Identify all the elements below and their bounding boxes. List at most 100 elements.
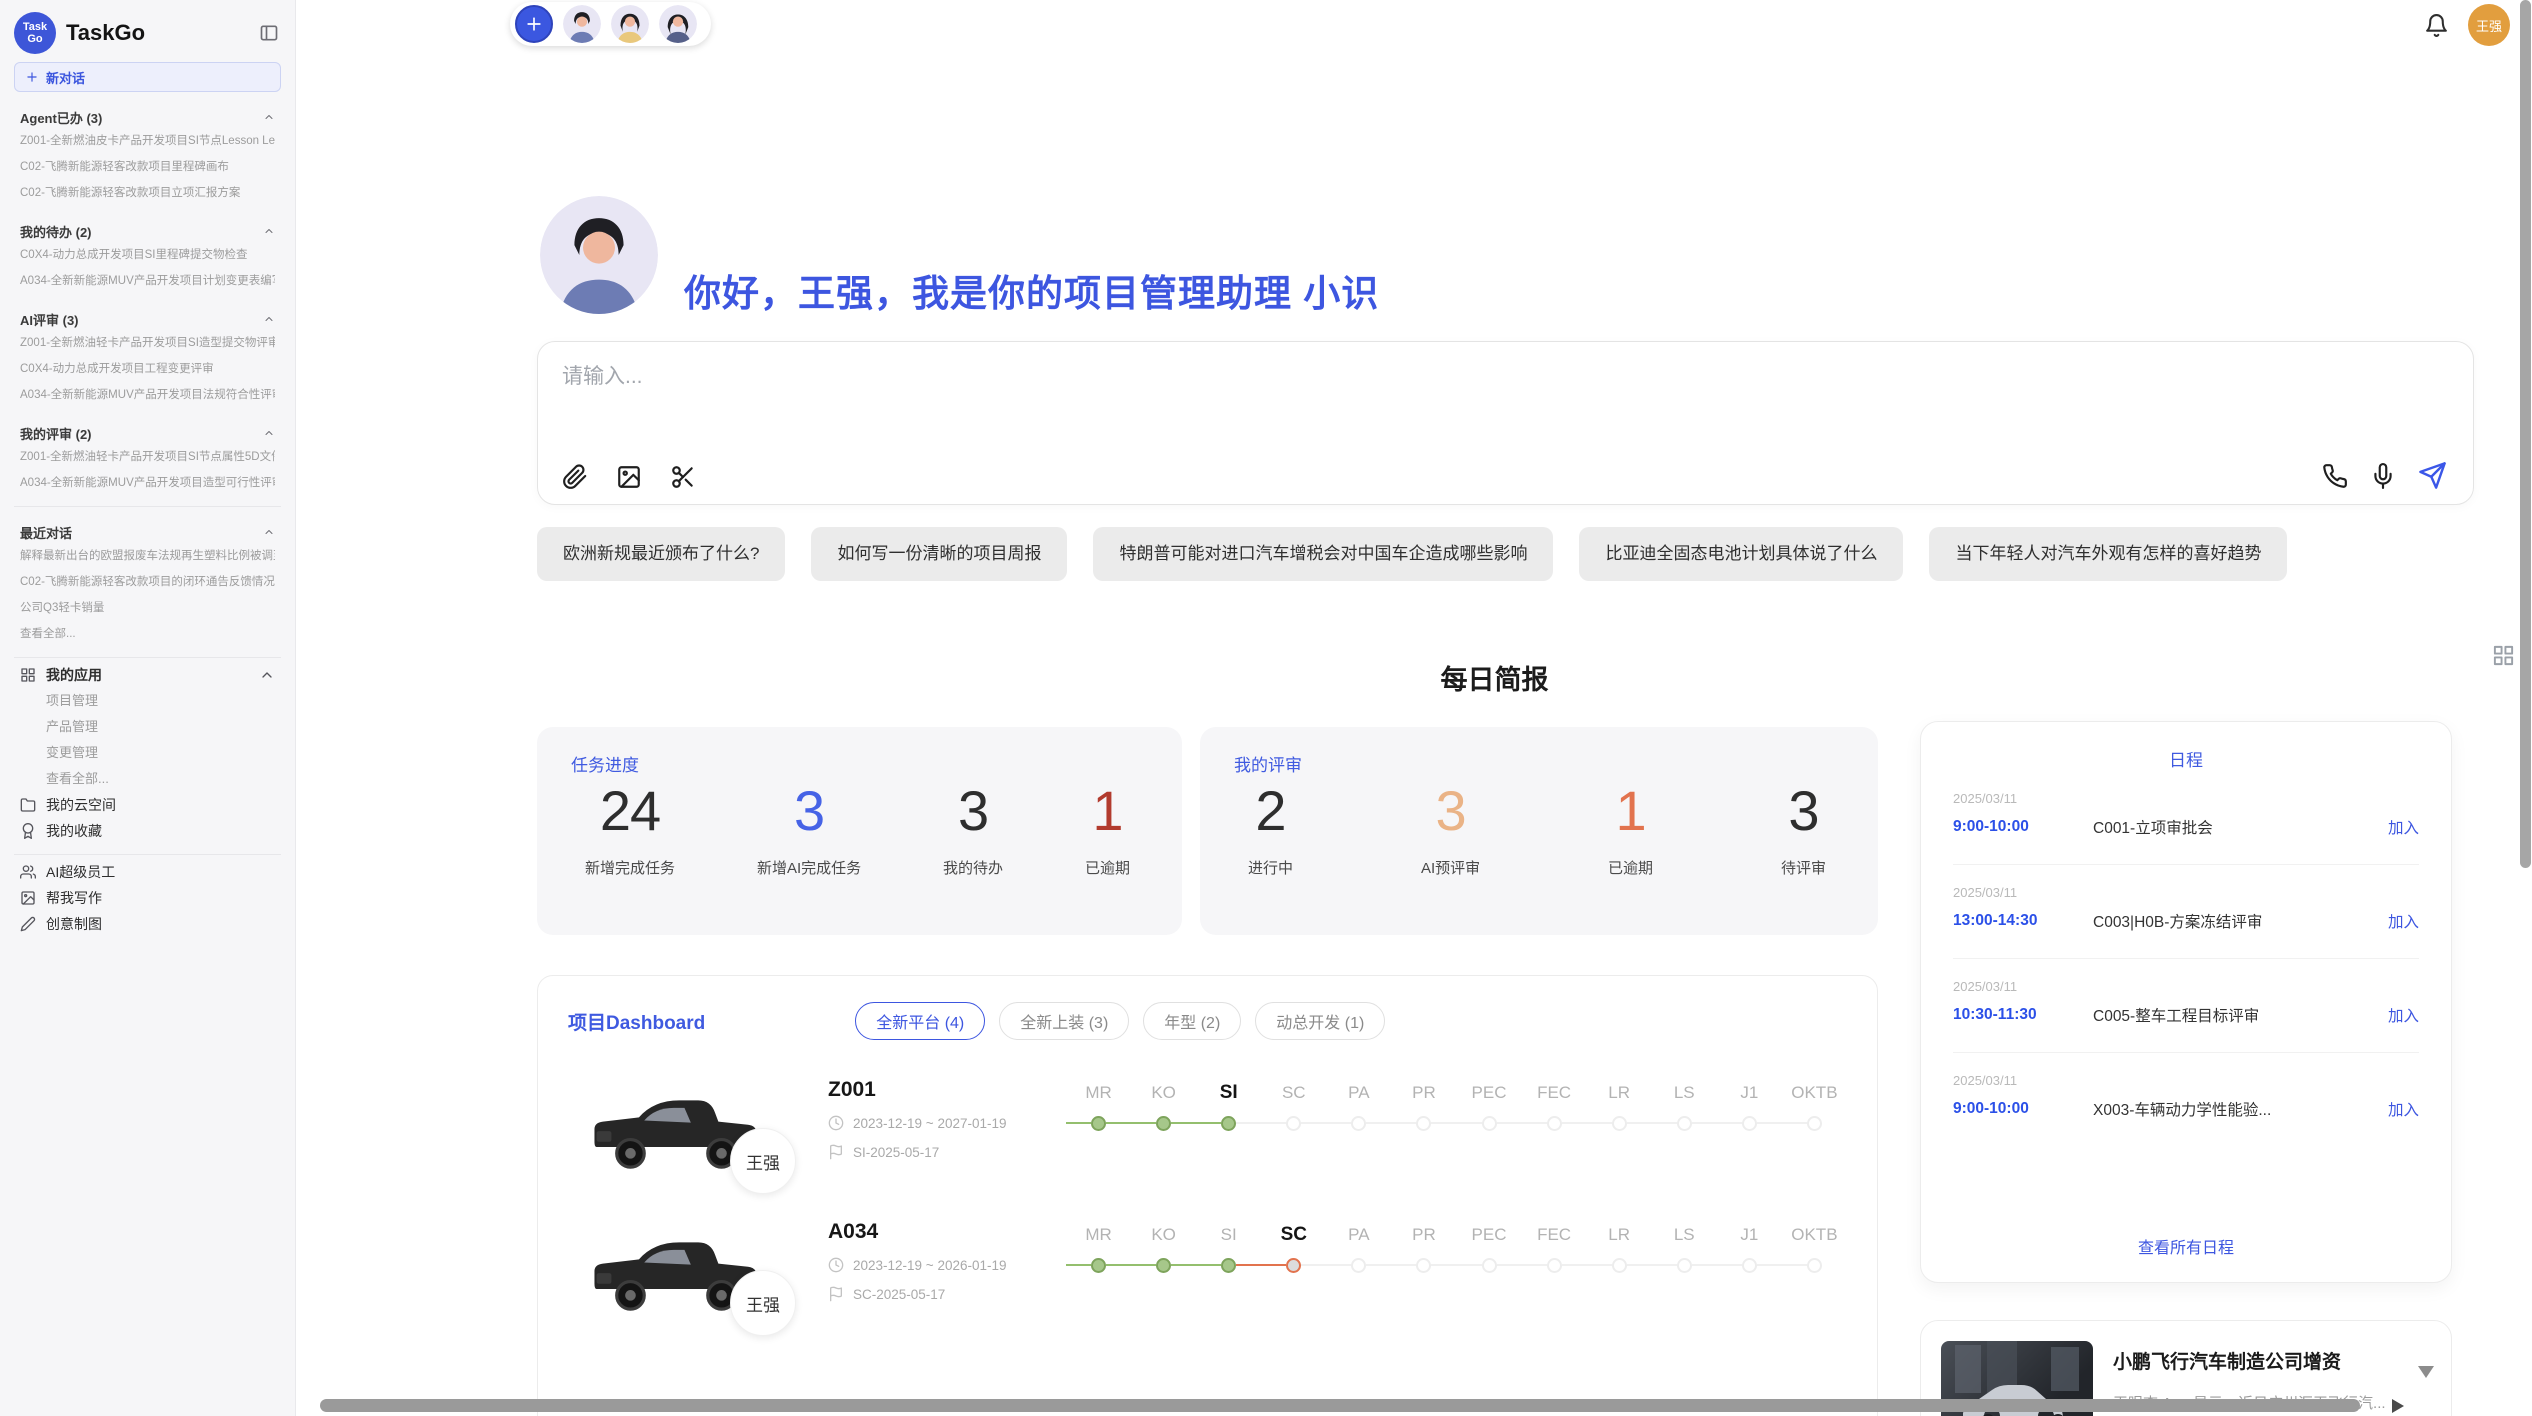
stat-value: 3 xyxy=(757,778,861,843)
schedule-date: 2025/03/11 xyxy=(1953,791,2419,806)
conversation-item[interactable]: Z001-全新燃油皮卡产品开发项目SI节点Lesson Learn报告 xyxy=(20,128,275,154)
conversation-item[interactable]: C0X4-动力总成开发项目SI里程碑提交物检查 xyxy=(20,242,275,268)
join-link[interactable]: 加入 xyxy=(2388,1004,2419,1026)
milestone-mr: MR xyxy=(1066,1080,1131,1132)
sidebar-item-draw[interactable]: 创意制图 xyxy=(14,911,281,937)
filter-pill[interactable]: 全新平台 (4) xyxy=(855,1002,985,1040)
new-chat-button[interactable]: 新对话 xyxy=(14,62,281,92)
app-sub-item[interactable]: 变更管理 xyxy=(46,740,281,766)
milestone-ko: KO xyxy=(1131,1222,1196,1274)
notification-bell-button[interactable] xyxy=(2424,13,2449,38)
scroll-right-arrow-icon[interactable] xyxy=(2392,1399,2404,1413)
card-title: 我的评审 xyxy=(1200,727,1878,776)
chevron-up-icon xyxy=(263,111,275,123)
stat-label: 新增AI完成任务 xyxy=(757,857,861,878)
horizontal-scrollbar[interactable] xyxy=(320,1399,2360,1412)
my-todo-list: C0X4-动力总成开发项目SI里程碑提交物检查A034-全新新能源MUV产品开发… xyxy=(14,242,281,294)
project-image: 王强 xyxy=(586,1076,766,1182)
conversation-item[interactable]: Z001-全新燃油轻卡产品开发项目SI节点属性5D文件评审 xyxy=(20,444,275,470)
sidebar-item-write[interactable]: 帮我写作 xyxy=(14,885,281,911)
conversation-item[interactable]: C0X4-动力总成开发项目工程变更评审 xyxy=(20,356,275,382)
section-header-agent-done[interactable]: Agent已办 (3) xyxy=(14,106,281,128)
suggestion-chip[interactable]: 欧洲新规最近颁布了什么? xyxy=(537,527,785,581)
image-upload-button[interactable] xyxy=(616,464,642,490)
sidebar-item-my-apps[interactable]: 我的应用 xyxy=(14,662,281,688)
recent-conversation-item[interactable]: C02-飞腾新能源轻客改款项目的闭环通告反馈情况 xyxy=(20,569,275,595)
member-avatar[interactable] xyxy=(659,5,697,43)
mic-icon xyxy=(2370,463,2396,489)
section-header-my-review[interactable]: 我的评审 (2) xyxy=(14,422,281,444)
suggestion-chip[interactable]: 比亚迪全固态电池计划具体说了什么 xyxy=(1579,527,1903,581)
section-header-ai-review[interactable]: AI评审 (3) xyxy=(14,308,281,330)
milestone-si: SI xyxy=(1196,1222,1261,1274)
schedule-date: 2025/03/11 xyxy=(1953,979,2419,994)
schedule-time: 13:00-14:30 xyxy=(1953,912,2093,930)
scroll-down-arrow-icon[interactable] xyxy=(2418,1366,2434,1378)
project-row[interactable]: 王强 Z001 2023-12-19 ~ 2027-01-19 SI-2025-… xyxy=(568,1076,1847,1182)
send-button[interactable] xyxy=(2418,461,2447,490)
layout-toggle-button[interactable] xyxy=(2492,644,2515,667)
conversation-item[interactable]: Z001-全新燃油轻卡产品开发项目SI造型提交物评审 xyxy=(20,330,275,356)
schedule-name: C005-整车工程目标评审 xyxy=(2093,1004,2388,1026)
screenshot-button[interactable] xyxy=(670,464,696,490)
conversation-item[interactable]: A034-全新新能源MUV产品开发项目造型可行性评审 xyxy=(20,470,275,496)
stat-label: 已逾期 xyxy=(1608,857,1653,878)
join-link[interactable]: 加入 xyxy=(2388,910,2419,932)
image-icon xyxy=(616,464,642,490)
filter-pill[interactable]: 全新上装 (3) xyxy=(999,1002,1129,1040)
join-link[interactable]: 加入 xyxy=(2388,816,2419,838)
sidebar-item-ai-staff[interactable]: AI超级员工 xyxy=(14,859,281,885)
suggestion-chip[interactable]: 当下年轻人对汽车外观有怎样的喜好趋势 xyxy=(1929,527,2287,581)
mic-button[interactable] xyxy=(2370,463,2396,489)
stat-label: 进行中 xyxy=(1248,857,1293,878)
sidebar-item-favorites[interactable]: 我的收藏 xyxy=(14,818,281,844)
add-member-button[interactable] xyxy=(515,5,553,43)
conversation-item[interactable]: C02-飞腾新能源轻客改款项目立项汇报方案 xyxy=(20,180,275,206)
conversation-item[interactable]: A034-全新新能源MUV产品开发项目计划变更表编写 xyxy=(20,268,275,294)
milestone-pa: PA xyxy=(1326,1222,1391,1274)
voice-call-button[interactable] xyxy=(2322,463,2348,489)
schedule-date: 2025/03/11 xyxy=(1953,1073,2419,1088)
suggestion-chip[interactable]: 如何写一份清晰的项目周报 xyxy=(811,527,1067,581)
user-avatar[interactable]: 王强 xyxy=(2468,4,2510,46)
sidebar-item-cloud-space[interactable]: 我的云空间 xyxy=(14,792,281,818)
chat-input[interactable] xyxy=(560,358,2424,442)
stat-label: 已逾期 xyxy=(1085,857,1130,878)
filter-pill[interactable]: 年型 (2) xyxy=(1143,1002,1241,1040)
milestone-sc: SC xyxy=(1261,1080,1326,1132)
section-header-my-todo[interactable]: 我的待办 (2) xyxy=(14,220,281,242)
app-sub-item[interactable]: 产品管理 xyxy=(46,714,281,740)
project-dates-row: 2023-12-19 ~ 2027-01-19 xyxy=(828,1115,1066,1131)
member-avatar[interactable] xyxy=(563,5,601,43)
bell-icon xyxy=(2424,13,2449,38)
attach-button[interactable] xyxy=(562,464,588,490)
vertical-scrollbar[interactable] xyxy=(2520,0,2531,868)
view-all-recent[interactable]: 查看全部... xyxy=(20,621,275,647)
grid-icon xyxy=(20,667,36,683)
filter-pill[interactable]: 动总开发 (1) xyxy=(1255,1002,1385,1040)
schedule-name: X003-车辆动力学性能验... xyxy=(2093,1098,2388,1120)
recent-conversation-item[interactable]: 解释最新出台的欧盟报废车法规再生塑料比例被调至15%... xyxy=(20,543,275,569)
chevron-up-icon xyxy=(263,313,275,325)
join-link[interactable]: 加入 xyxy=(2388,1098,2419,1120)
project-row[interactable]: 王强 A034 2023-12-19 ~ 2026-01-19 SC-2025-… xyxy=(568,1218,1847,1324)
app-sub-item[interactable]: 项目管理 xyxy=(46,688,281,714)
conversation-item[interactable]: C02-飞腾新能源轻客改款项目里程碑画布 xyxy=(20,154,275,180)
milestone-pec: PEC xyxy=(1456,1222,1521,1274)
suggestion-chip[interactable]: 特朗普可能对进口汽车增税会对中国车企造成哪些影响 xyxy=(1093,527,1553,581)
task-stats: 24 新增完成任务 3 新增AI完成任务 3 我的待办 1 已逾期 xyxy=(537,776,1182,878)
app-sub-item[interactable]: 查看全部... xyxy=(46,766,281,792)
collapse-sidebar-button[interactable] xyxy=(257,21,281,45)
divider xyxy=(14,854,281,855)
logo-text-top: Task xyxy=(23,21,47,33)
conversation-item[interactable]: A034-全新新能源MUV产品开发项目法规符合性评审 xyxy=(20,382,275,408)
milestone-oktb: OKTB xyxy=(1782,1222,1847,1274)
member-avatar[interactable] xyxy=(611,5,649,43)
view-all-schedule[interactable]: 查看所有日程 xyxy=(1953,1220,2419,1258)
schedule-item: 2025/03/11 13:00-14:30 C003|H0B-方案冻结评审 加… xyxy=(1953,865,2419,959)
flag-icon xyxy=(828,1286,844,1302)
schedule-item: 2025/03/11 9:00-10:00 C001-立项审批会 加入 xyxy=(1953,771,2419,865)
stat: 3 AI预评审 xyxy=(1421,778,1480,878)
recent-conversation-item[interactable]: 公司Q3轻卡销量 xyxy=(20,595,275,621)
section-header-recent[interactable]: 最近对话 xyxy=(14,521,281,543)
